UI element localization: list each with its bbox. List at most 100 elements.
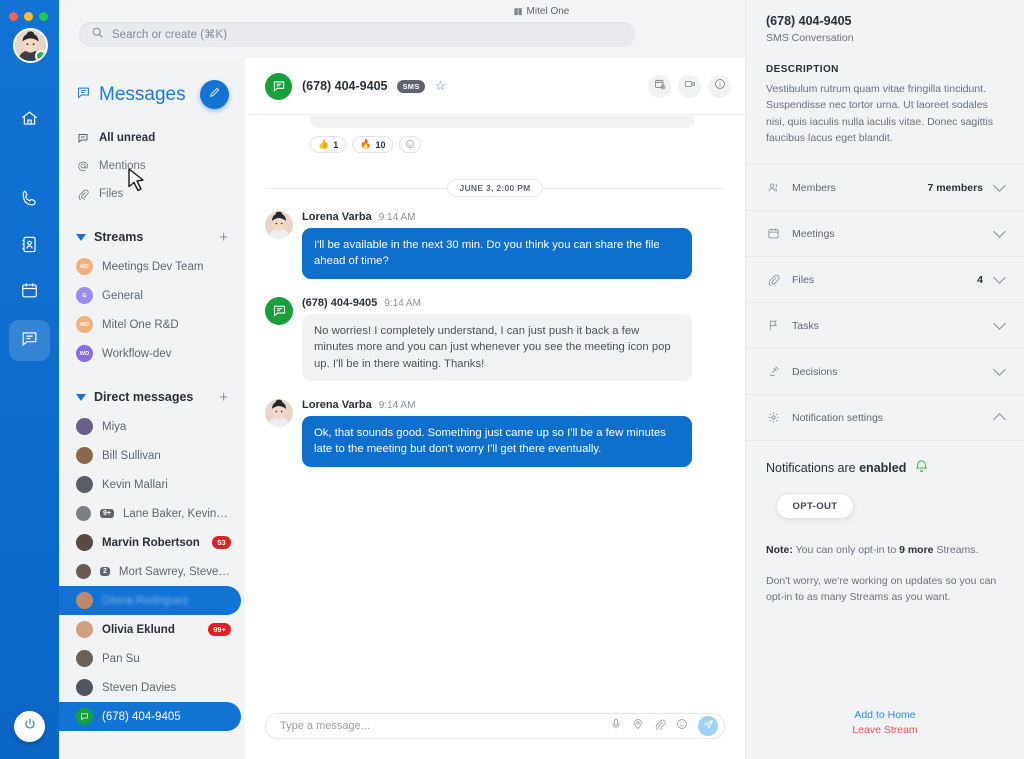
- add-reaction-button[interactable]: [399, 136, 422, 153]
- add-dm-button[interactable]: +: [219, 390, 228, 405]
- info-row-label: Notification settings: [792, 411, 884, 424]
- info-circle-icon: [714, 77, 726, 95]
- dm-label: Bill Sullivan: [102, 449, 161, 462]
- list-item-selected[interactable]: (678) 404-9405: [59, 702, 241, 731]
- stream-label: Workflow-dev: [102, 347, 172, 360]
- calendar-icon: [20, 281, 39, 305]
- unread-chat-icon: [76, 132, 90, 144]
- power-button[interactable]: [14, 711, 45, 742]
- minimize-window-button[interactable]: [24, 12, 33, 21]
- stream-label: General: [102, 289, 143, 302]
- dm-section-header[interactable]: Direct messages +: [59, 382, 245, 412]
- message-input[interactable]: [280, 720, 600, 732]
- attach-button[interactable]: [654, 717, 666, 735]
- rail-item-home[interactable]: [9, 100, 50, 141]
- dm-label: Steven Davies: [102, 681, 177, 694]
- notification-status: Notifications are enabled: [766, 459, 1004, 477]
- window-title: Mitel One: [526, 5, 570, 17]
- star-outline-icon[interactable]: ☆: [435, 78, 447, 94]
- sidebar-item-mentions[interactable]: Mentions: [59, 152, 245, 180]
- dm-label: Olivia Eklund: [102, 623, 175, 636]
- reaction-fire[interactable]: 🔥 10: [352, 136, 394, 153]
- dm-label: Kevin Mallari: [102, 478, 168, 491]
- location-pin-icon: [632, 717, 644, 735]
- stream-item[interactable]: WD Workflow-dev: [59, 339, 245, 368]
- emoji-button[interactable]: [676, 717, 688, 735]
- message-bubble: No worries! I completely understand, I c…: [302, 313, 692, 381]
- list-item-selected[interactable]: Gloria Rodriguez: [59, 586, 241, 615]
- info-row-notification-settings[interactable]: Notification settings: [746, 394, 1024, 440]
- video-call-button[interactable]: [678, 74, 701, 98]
- add-to-home-link[interactable]: Add to Home: [746, 708, 1024, 724]
- sidebar-item-files[interactable]: Files: [59, 180, 245, 208]
- reaction-thumbs-up[interactable]: 👍 1: [310, 136, 347, 153]
- paperclip-icon: [654, 717, 666, 735]
- avatar[interactable]: [13, 28, 48, 63]
- info-row-members[interactable]: Members 7 members: [746, 164, 1024, 210]
- file-count: 4: [977, 273, 983, 286]
- list-item[interactable]: Steven Davies: [59, 673, 245, 702]
- info-row-files[interactable]: Files 4: [746, 256, 1024, 302]
- search-box[interactable]: [79, 22, 635, 47]
- sidebar-item-all-unread[interactable]: All unread: [59, 124, 245, 152]
- bell-icon: [914, 459, 929, 477]
- member-count: 7 members: [927, 181, 983, 194]
- compose-button[interactable]: [200, 80, 229, 109]
- message-row: Lorena Varba 9:14 AM Ok, that sounds goo…: [265, 398, 725, 467]
- message-row: Lorena Varba 9:14 AM I'll be available i…: [265, 211, 725, 279]
- schedule-meeting-button[interactable]: [648, 74, 671, 98]
- list-item[interactable]: Miya: [59, 412, 245, 441]
- maximize-window-button[interactable]: [39, 12, 48, 21]
- note-label: Note:: [766, 544, 793, 557]
- chevron-up-icon: [993, 412, 1006, 426]
- avatar: [265, 398, 293, 427]
- chat-bubble-icon: [76, 85, 91, 105]
- notification-status-value: enabled: [859, 461, 907, 476]
- leave-stream-link[interactable]: Leave Stream: [746, 723, 1024, 739]
- stream-item[interactable]: MD Meetings Dev Team: [59, 252, 245, 281]
- add-stream-button[interactable]: +: [219, 230, 228, 245]
- list-item[interactable]: Bill Sullivan: [59, 441, 245, 470]
- status-badge: SMS: [397, 79, 425, 93]
- rail-item-messages[interactable]: [9, 320, 50, 361]
- sms-chat-icon: [76, 708, 93, 725]
- chevron-down-icon: [993, 363, 1006, 376]
- location-button[interactable]: [632, 717, 644, 735]
- info-row-decisions[interactable]: Decisions: [746, 348, 1024, 394]
- info-row-meetings[interactable]: Meetings: [746, 210, 1024, 256]
- info-row-tasks[interactable]: Tasks: [746, 302, 1024, 348]
- chat-title: (678) 404-9405: [302, 79, 388, 93]
- list-item[interactable]: Pan Su: [59, 644, 245, 673]
- stream-item[interactable]: G General: [59, 281, 245, 310]
- rail-item-meetings[interactable]: [9, 272, 50, 313]
- message-time: 9:14 AM: [384, 297, 421, 309]
- rail-item-calls[interactable]: [9, 180, 50, 221]
- list-item[interactable]: 2 Mort Sawrey, Steve Smith: [59, 557, 245, 586]
- notification-status-text: Notifications are enabled: [766, 461, 906, 475]
- search-input[interactable]: [112, 28, 623, 41]
- close-window-button[interactable]: [9, 12, 18, 21]
- paperclip-icon: [76, 188, 90, 200]
- group-avatar: [76, 564, 91, 579]
- calendar-icon: [766, 227, 780, 240]
- notification-status-prefix: Notifications are: [766, 461, 860, 476]
- list-item[interactable]: Olivia Eklund 99+: [59, 615, 245, 644]
- list-item[interactable]: Kevin Mallari: [59, 470, 245, 499]
- group-avatar: [76, 506, 91, 521]
- send-button[interactable]: [698, 716, 718, 736]
- opt-out-button[interactable]: OPT-OUT: [776, 493, 854, 520]
- message-composer[interactable]: [265, 713, 725, 739]
- flag-icon: [766, 319, 780, 332]
- streams-section-header[interactable]: Streams +: [59, 222, 245, 252]
- message-time: 9:14 AM: [378, 399, 416, 411]
- list-item[interactable]: 9+ Lane Baker, Kevin Mall...: [59, 499, 245, 528]
- microphone-button[interactable]: [610, 717, 622, 735]
- gear-icon: [766, 411, 780, 424]
- rail-item-contacts[interactable]: [9, 226, 50, 267]
- chevron-down-icon: [993, 271, 1006, 284]
- message-list: 👍 1 🔥 10 JUNE 3, 2:00 PM Lorena Varba 9:…: [245, 116, 745, 697]
- reaction-count: 1: [333, 139, 339, 150]
- list-item[interactable]: Marvin Robertson 53: [59, 528, 245, 557]
- info-button[interactable]: [708, 74, 731, 98]
- stream-item[interactable]: MO Mitel One R&D: [59, 310, 245, 339]
